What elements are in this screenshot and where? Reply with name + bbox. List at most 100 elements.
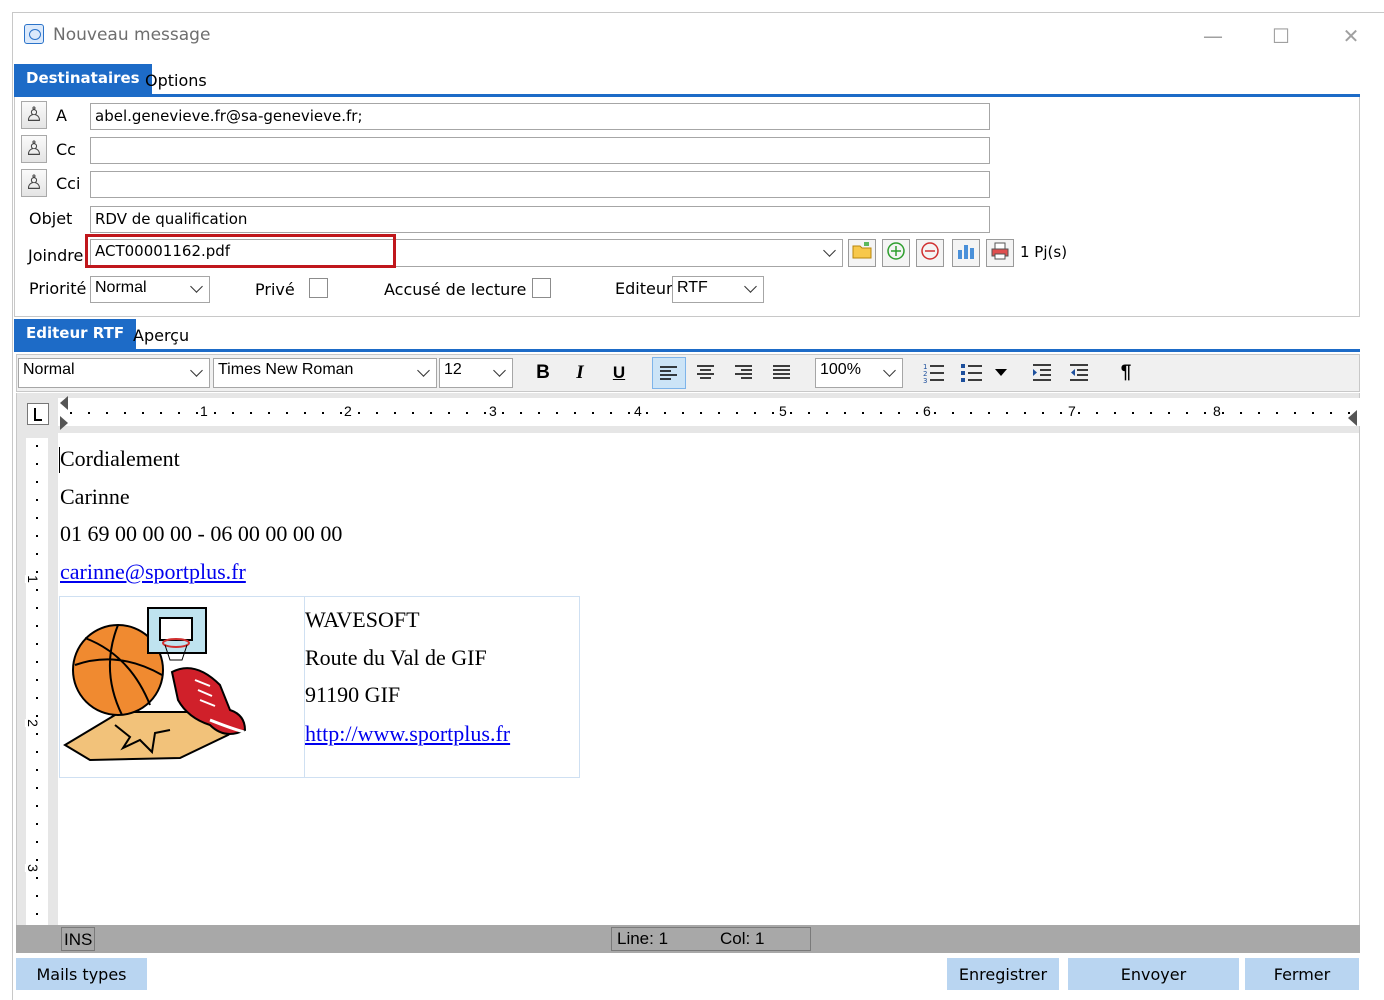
priority-select[interactable]: Normal (90, 276, 210, 303)
column-indicator: Col: 1 (720, 929, 765, 948)
numbered-list-icon[interactable]: 123 (920, 359, 948, 387)
attachment-highlight-box (85, 234, 396, 268)
font-size-value: 12 (444, 361, 462, 378)
save-button[interactable]: Enregistrer (947, 958, 1059, 990)
tab-editor-rtf[interactable]: Editeur RTF (14, 319, 137, 349)
zoom-select[interactable]: 100% (815, 358, 903, 388)
priority-value: Normal (95, 279, 147, 296)
tab-destinataires[interactable]: Destinataires (14, 64, 152, 94)
cc-field[interactable] (90, 137, 990, 164)
address-book-to-button[interactable] (21, 101, 47, 129)
ruler-number: 6 (923, 403, 931, 419)
font-select[interactable]: Times New Roman (213, 358, 437, 388)
ruler-number: 8 (1213, 403, 1221, 419)
bcc-field[interactable] (90, 171, 990, 198)
ruler-number: 5 (779, 403, 787, 419)
chevron-down-icon (883, 364, 896, 377)
attach-label: Joindre (28, 246, 84, 265)
website-link[interactable]: http://www.sportplus.fr (305, 721, 510, 747)
justify-button[interactable] (768, 359, 796, 387)
title-bar (12, 12, 1384, 56)
ruler-ticks (70, 412, 1350, 414)
to-field[interactable]: abel.genevieve.fr@sa-genevieve.fr; (90, 103, 990, 130)
cc-label: Cc (56, 140, 76, 159)
company-name: WAVESOFT (305, 607, 420, 632)
bullet-list-icon[interactable] (958, 359, 986, 387)
ruler-number: 2 (344, 403, 352, 419)
private-label: Privé (255, 280, 295, 299)
print-icon[interactable] (986, 239, 1014, 267)
font-size-select[interactable]: 12 (439, 358, 513, 388)
window-title: Nouveau message (53, 25, 211, 45)
chevron-down-icon (417, 364, 430, 377)
tab-options[interactable]: Options (145, 64, 207, 94)
left-indent-marker[interactable] (60, 396, 68, 410)
ruler-number: 1 (200, 403, 208, 419)
zoom-value: 100% (820, 361, 861, 378)
vertical-ruler-number: 2 (24, 719, 41, 727)
paragraph-mark-button[interactable]: ¶ (1112, 359, 1140, 387)
bold-button[interactable]: B (529, 359, 557, 387)
line-indicator: Line: 1 (617, 929, 669, 948)
subject-field[interactable]: RDV de qualification (90, 206, 990, 233)
bullet-style-dropdown-icon[interactable] (995, 369, 1007, 376)
close-icon[interactable]: ✕ (1336, 22, 1366, 50)
outdent-icon[interactable] (1065, 359, 1093, 387)
insert-mode-indicator: INS (61, 927, 95, 951)
ruler-number: 4 (634, 403, 642, 419)
basketball-clipart-image (60, 600, 250, 770)
tab-stop-icon[interactable] (27, 403, 49, 425)
editor-tab-underline (14, 349, 1360, 352)
underline-button[interactable]: U (605, 359, 633, 387)
read-receipt-label: Accusé de lecture (384, 280, 527, 299)
style-select[interactable]: Normal (18, 358, 210, 388)
address-book-cc-button[interactable] (21, 135, 47, 163)
editor-select[interactable]: RTF (672, 276, 764, 303)
chevron-down-icon (190, 280, 203, 293)
to-label: A (56, 106, 67, 125)
chevron-down-icon (744, 280, 757, 293)
vertical-ruler-ticks (36, 445, 38, 920)
open-folder-icon[interactable] (848, 239, 876, 267)
maximize-icon[interactable]: ☐ (1266, 22, 1296, 50)
chevron-down-icon (493, 364, 506, 377)
chevron-down-icon (823, 244, 836, 257)
company-address-line1: Route du Val de GIF (305, 645, 487, 670)
window-border (12, 12, 13, 1000)
read-receipt-checkbox[interactable] (532, 278, 551, 298)
body-line-closing: Cordialement (60, 446, 180, 471)
add-icon[interactable] (882, 239, 910, 267)
align-right-button[interactable] (730, 359, 758, 387)
align-center-button[interactable] (692, 359, 720, 387)
address-book-bcc-button[interactable] (21, 169, 47, 197)
italic-button[interactable]: I (566, 359, 594, 387)
svg-text:3: 3 (923, 377, 927, 384)
vertical-ruler-number: 3 (24, 864, 41, 872)
indent-icon[interactable] (1028, 359, 1056, 387)
font-value: Times New Roman (218, 361, 354, 378)
chevron-down-icon (190, 364, 203, 377)
vertical-ruler-number: 1 (24, 575, 41, 583)
tab-preview[interactable]: Aperçu (133, 319, 189, 349)
private-checkbox[interactable] (309, 278, 328, 298)
body-line-phone: 01 69 00 00 00 - 06 00 00 00 00 (60, 521, 343, 546)
remove-icon[interactable] (916, 239, 944, 267)
first-line-indent-marker[interactable] (60, 416, 68, 430)
close-button[interactable]: Fermer (1245, 958, 1359, 990)
email-link[interactable]: carinne@sportplus.fr (60, 559, 246, 585)
company-address-line2: 91190 GIF (305, 682, 401, 707)
body-line-name: Carinne (60, 484, 130, 509)
chart-icon[interactable] (952, 239, 980, 267)
app-icon (24, 24, 44, 44)
editor-label: Editeur (615, 279, 673, 298)
send-button[interactable]: Envoyer (1068, 958, 1239, 990)
attachment-count: 1 Pj(s) (1020, 243, 1068, 261)
templates-button[interactable]: Mails types (16, 958, 147, 990)
minimize-icon[interactable]: — (1198, 22, 1228, 50)
bcc-label: Cci (56, 174, 81, 193)
priority-label: Priorité (29, 279, 87, 298)
align-left-button[interactable] (652, 357, 686, 389)
style-value: Normal (23, 361, 75, 378)
ruler-number: 7 (1068, 403, 1076, 419)
editor-value: RTF (677, 279, 708, 296)
